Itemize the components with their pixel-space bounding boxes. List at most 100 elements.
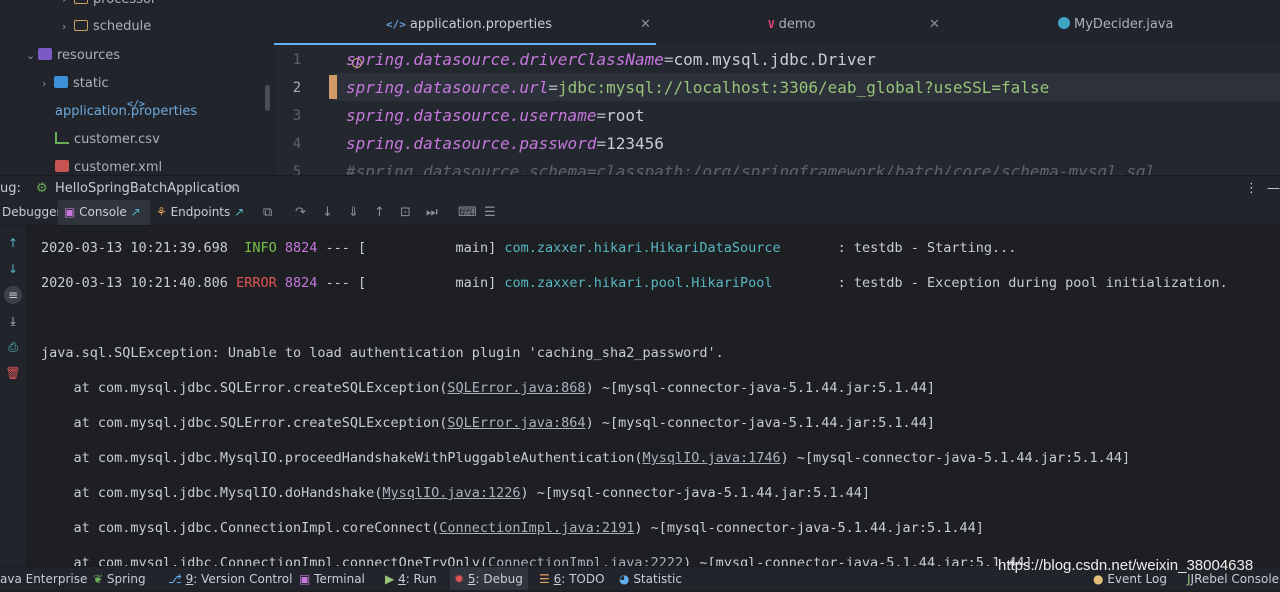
drop-frame-icon[interactable]: ⊡: [400, 200, 411, 225]
line-gutter: 1 2 3 4 5: [274, 45, 334, 175]
more-options-icon[interactable]: ⋮: [1245, 176, 1258, 201]
source-link[interactable]: SQLError.java:864: [447, 415, 585, 431]
stack-method: at com.mysql.jdbc.MysqlIO.proceedHandsha…: [73, 450, 643, 466]
tool-terminal[interactable]: ▣ Terminal: [299, 567, 365, 590]
run-to-cursor-icon[interactable]: ⏭: [426, 200, 438, 225]
spring-boot-icon: ⚙: [36, 181, 48, 196]
console-side-toolbar: ↑ ↓ ≡ ⤓ ⎙ 🗑: [0, 226, 26, 566]
tab-label: demo: [778, 17, 816, 32]
tool-statistic[interactable]: ◕ Statistic: [619, 567, 682, 590]
log-line: 2020-03-13 10:21:40.806 ERROR 8824 --- […: [41, 266, 1228, 301]
console-output[interactable]: 2020-03-13 10:21:39.698 INFO 8824 --- [ …: [26, 226, 1280, 566]
stack-frame: at com.mysql.jdbc.ConnectionImpl.connect…: [41, 546, 1033, 566]
log-level: ERROR: [236, 275, 277, 291]
scroll-to-end-icon[interactable]: ⤓: [4, 312, 22, 330]
tab-demo[interactable]: Vdemo: [768, 0, 816, 45]
tab-mydecider-java[interactable]: MyDecider.java: [1058, 0, 1173, 45]
step-over-icon[interactable]: ↷: [295, 200, 306, 225]
pin-icon: ↗: [130, 205, 141, 219]
tab-label: Console: [79, 205, 127, 219]
chevron-down-icon[interactable]: ⌄: [26, 43, 38, 69]
code-line[interactable]: spring.datasource.url=jdbc:mysql://local…: [346, 74, 1049, 102]
tool-label: Statistic: [633, 572, 682, 586]
tool-label: ava Enterprise: [0, 572, 88, 586]
tree-item-application-properties[interactable]: </> application.properties: [55, 99, 197, 125]
tree-item-customer-csv[interactable]: customer.csv: [55, 127, 160, 153]
close-icon[interactable]: ✕: [929, 0, 940, 45]
tool-label: : TODO: [561, 572, 605, 586]
tree-item-resources[interactable]: ⌄ resources: [26, 43, 120, 69]
evaluate-expression-icon[interactable]: ⌨: [458, 200, 477, 225]
trace-icon[interactable]: ☰: [484, 200, 496, 225]
tree-item-label: customer.xml: [74, 160, 163, 175]
tree-item-processor[interactable]: › processor: [62, 0, 156, 13]
tree-item-customer-xml[interactable]: customer.xml: [55, 155, 162, 175]
debug-session-tab[interactable]: HelloSpringBatchApplication: [55, 176, 240, 201]
stack-frame: at com.mysql.jdbc.SQLError.createSQLExce…: [41, 371, 936, 406]
line-number: 2: [292, 80, 302, 96]
properties-file-icon: </>: [127, 99, 146, 110]
tool-label: JRebel Console: [1190, 572, 1280, 586]
chevron-right-icon[interactable]: ›: [42, 71, 54, 97]
event-log-icon: ●: [1093, 572, 1104, 586]
code-line[interactable]: spring.datasource.password=123456: [346, 130, 664, 158]
change-marker[interactable]: [329, 75, 337, 99]
tab-debugger[interactable]: Debugger: [2, 200, 61, 225]
arrow-up-icon[interactable]: ↑: [4, 234, 22, 252]
tool-java-enterprise[interactable]: ava Enterprise: [0, 567, 87, 590]
equals-sign: =: [596, 106, 607, 125]
trash-icon[interactable]: 🗑: [4, 364, 22, 382]
log-line: 2020-03-13 10:21:39.698 INFO 8824 --- [ …: [41, 231, 1016, 266]
force-step-into-icon[interactable]: ⇓: [348, 200, 359, 225]
chevron-right-icon[interactable]: ›: [62, 0, 74, 13]
tool-run[interactable]: ▶ 4: Run: [385, 567, 437, 590]
step-out-icon[interactable]: ↑: [374, 200, 385, 225]
step-into-icon[interactable]: ↓: [322, 200, 333, 225]
code-line[interactable]: #spring.datasource.schema=classpath:/org…: [346, 158, 1155, 175]
tab-application-properties[interactable]: </> application.properties: [274, 0, 656, 45]
soft-wrap-icon[interactable]: ≡: [4, 286, 22, 304]
tree-item-label: resources: [57, 48, 121, 63]
print-icon[interactable]: ⎙: [4, 338, 22, 356]
tree-scrollbar[interactable]: [265, 85, 270, 111]
tree-item-static[interactable]: › static: [42, 71, 109, 97]
tool-label: : Debug: [475, 572, 523, 586]
vue-icon: V: [768, 18, 775, 31]
close-icon[interactable]: ✕: [227, 176, 238, 201]
chevron-right-icon[interactable]: ›: [62, 14, 74, 40]
property-value: com.mysql.jdbc.Driver: [673, 50, 876, 69]
terminal-icon: ▣: [299, 572, 311, 586]
log-pid: 8824: [284, 275, 318, 291]
tool-debug[interactable]: ✹ 5: Debug: [450, 567, 528, 590]
tree-item-schedule[interactable]: › schedule: [62, 14, 151, 40]
property-value: jdbc:mysql://localhost:3306/eab_global?u…: [557, 78, 1050, 97]
minimize-icon[interactable]: —: [1267, 176, 1280, 201]
source-link[interactable]: ConnectionImpl.java:2191: [439, 520, 634, 536]
tool-label: Terminal: [314, 572, 365, 586]
log-class: com.zaxxer.hikari.pool.HikariPool: [504, 275, 773, 291]
close-icon[interactable]: ✕: [640, 0, 651, 45]
tree-item-label: processor: [93, 0, 156, 7]
tool-spring[interactable]: ❦ Spring: [93, 567, 146, 590]
source-link[interactable]: MysqlIO.java:1226: [382, 485, 520, 501]
tab-console[interactable]: ▣ Console ↗: [58, 200, 150, 225]
stack-method: at com.mysql.jdbc.MysqlIO.doHandshake(: [73, 485, 383, 501]
source-link[interactable]: SQLError.java:868: [447, 380, 585, 396]
tool-version-control[interactable]: ⎇ 9: Version Control: [168, 567, 292, 590]
tool-shortcut: 4: [398, 572, 406, 586]
restore-layout-icon[interactable]: ⧉: [263, 200, 272, 225]
code-line[interactable]: spring.datasource.driverClassName=com.my…: [346, 46, 876, 74]
statistic-icon: ◕: [619, 572, 630, 586]
watermark: https://blog.csdn.net/weixin_38004638: [998, 557, 1254, 574]
source-link[interactable]: ConnectionImpl.java:2222: [488, 555, 683, 566]
property-key: spring.datasource.password: [346, 134, 597, 153]
tool-label: : Version Control: [193, 572, 293, 586]
arrow-down-icon[interactable]: ↓: [4, 260, 22, 278]
stack-jar: ) ~[mysql-connector-java-5.1.44.jar:5.1.…: [585, 415, 936, 431]
source-link[interactable]: MysqlIO.java:1746: [642, 450, 780, 466]
tool-todo[interactable]: ☰ 6: TODO: [539, 567, 605, 590]
tab-endpoints[interactable]: ⚘ Endpoints ↗: [156, 200, 244, 225]
log-level: INFO: [244, 240, 277, 256]
code-line[interactable]: spring.datasource.username=root: [346, 102, 645, 130]
stack-jar: ) ~[mysql-connector-java-5.1.44.jar:5.1.…: [780, 450, 1131, 466]
